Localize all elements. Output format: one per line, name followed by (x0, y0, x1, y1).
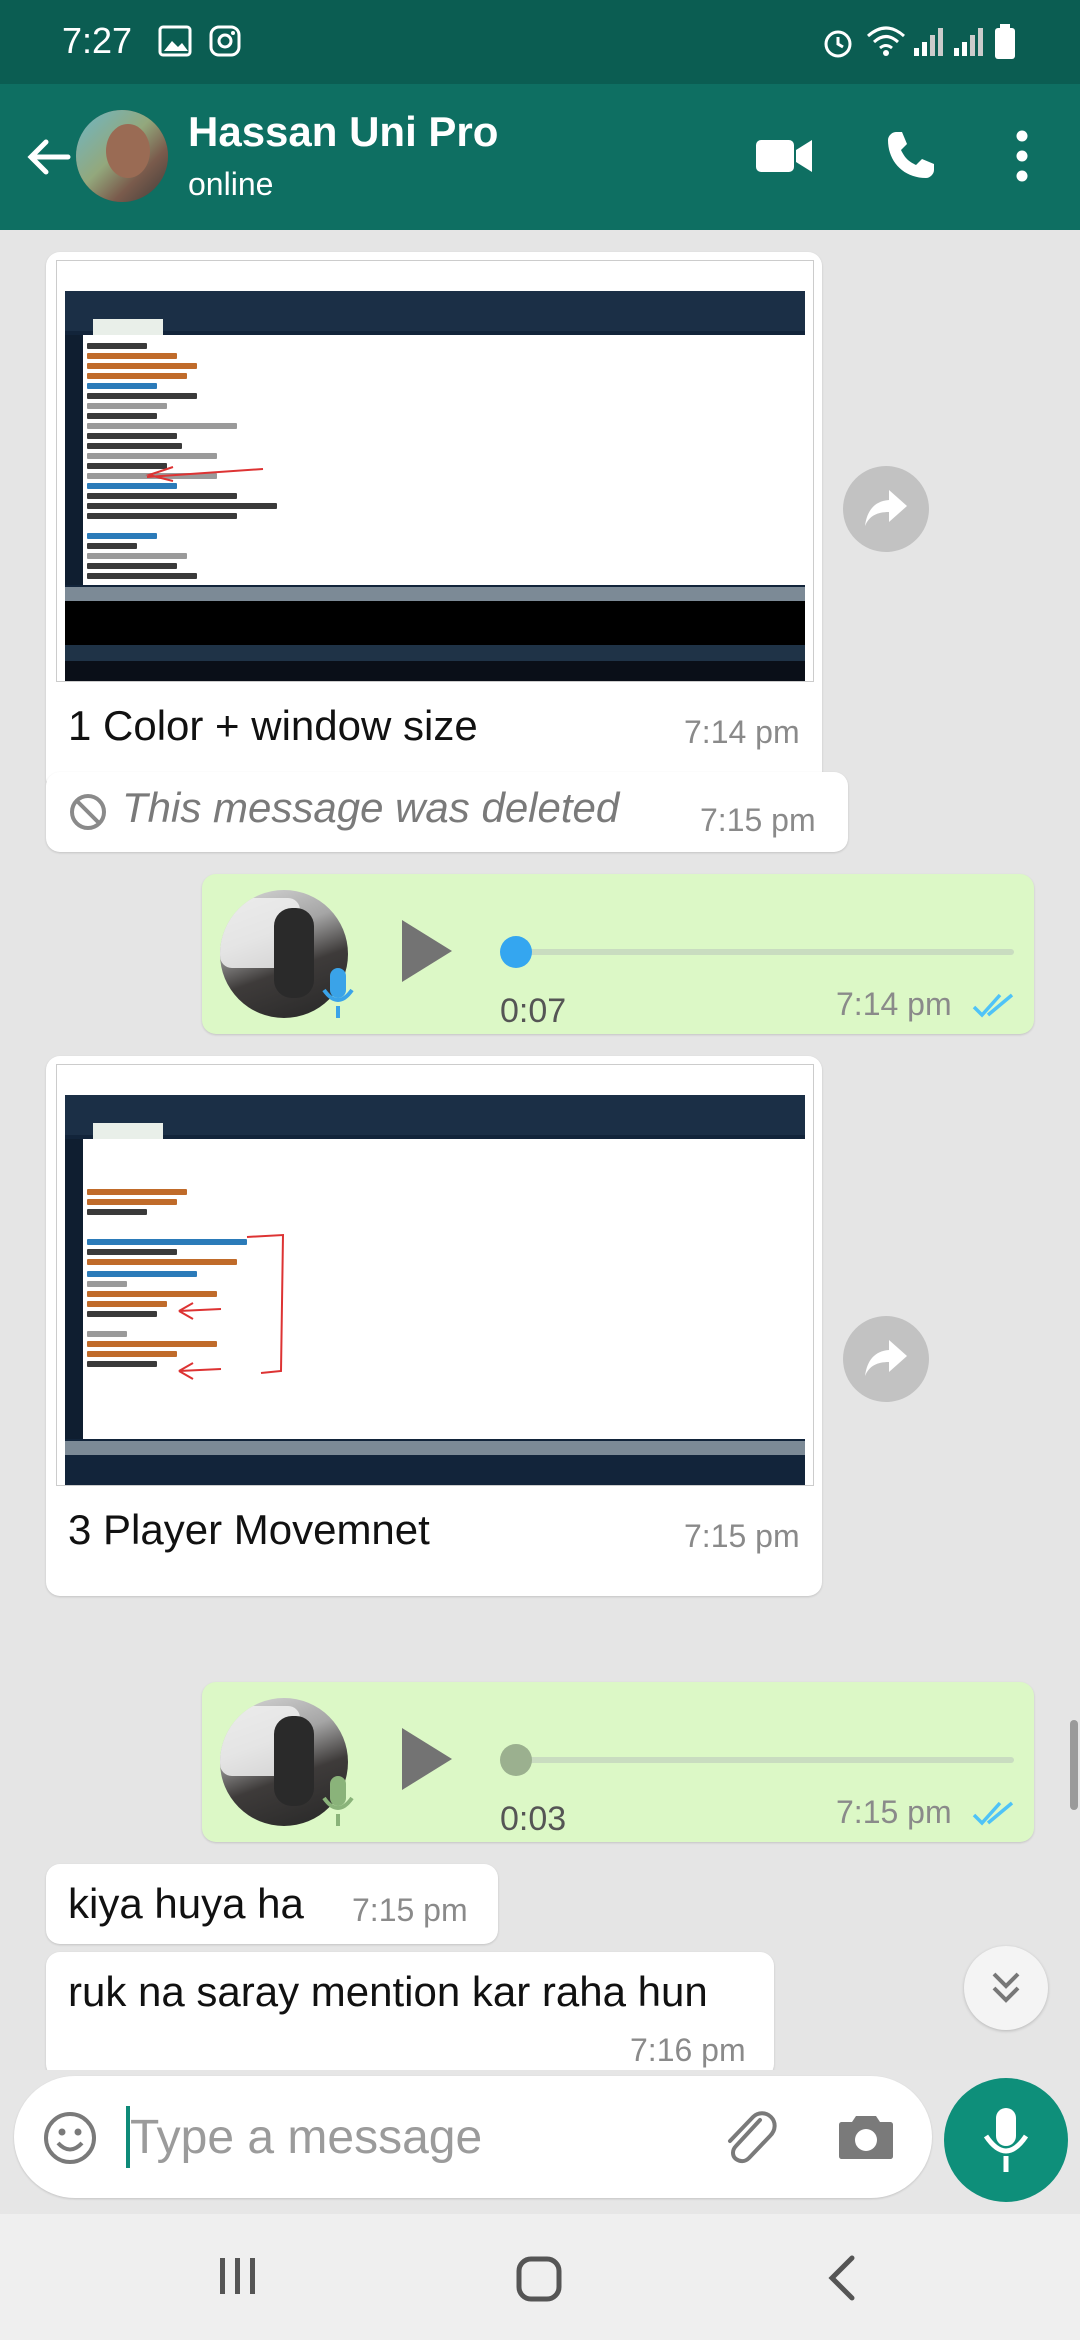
image-caption: 3 Player Movemnet (68, 1506, 430, 1553)
forward-icon (865, 490, 907, 526)
back-arrow-icon[interactable] (22, 130, 76, 184)
screenshot-image[interactable] (56, 260, 814, 682)
camera-icon[interactable] (838, 2112, 894, 2160)
contact-name[interactable]: Hassan Uni Pro (188, 108, 498, 156)
back-nav-icon[interactable] (822, 2254, 862, 2302)
status-bar: 7:27 (0, 0, 1080, 84)
scroll-to-bottom-button[interactable] (964, 1946, 1048, 2030)
mic-icon (322, 1776, 354, 1826)
mic-icon (322, 968, 354, 1018)
message-time: 7:15 pm (700, 802, 816, 838)
text-message[interactable]: ruk na saray mention kar raha hun 7:16 p… (46, 1952, 774, 2070)
more-vert-icon[interactable] (1010, 128, 1034, 184)
voice-message[interactable]: 0:03 7:15 pm (202, 1682, 1034, 1842)
alarm-icon (824, 30, 852, 58)
video-call-icon[interactable] (754, 134, 814, 178)
double-check-icon (972, 1801, 1014, 1826)
message-input[interactable]: Type a message (130, 2110, 482, 2165)
blocked-icon (70, 794, 106, 830)
attach-icon[interactable] (720, 2104, 780, 2168)
progress-knob[interactable] (500, 1744, 532, 1776)
signal-icon (914, 28, 943, 56)
progress-track[interactable] (518, 949, 1014, 955)
message-text: ruk na saray mention kar raha hun (68, 1968, 708, 2015)
image-caption: 1 Color + window size (68, 702, 478, 749)
deleted-text: This message was deleted (122, 784, 620, 831)
deleted-message[interactable]: This message was deleted 7:15 pm (46, 772, 848, 852)
contact-avatar[interactable] (76, 110, 168, 202)
chat-header: Hassan Uni Pro online (0, 84, 1080, 230)
play-icon[interactable] (398, 918, 454, 984)
image-message[interactable]: 3 Player Movemnet 7:15 pm (46, 1056, 822, 1596)
message-time: 7:15 pm (684, 1518, 800, 1554)
message-composer[interactable]: Type a message (14, 2076, 932, 2198)
record-voice-button[interactable] (944, 2078, 1068, 2202)
chevrons-down-icon (992, 1972, 1020, 2003)
wifi-icon (867, 26, 905, 56)
battery-icon (995, 24, 1015, 59)
progress-track[interactable] (518, 1757, 1014, 1763)
recents-icon[interactable] (216, 2254, 260, 2298)
system-nav-bar (0, 2214, 1080, 2340)
status-time: 7:27 (62, 20, 133, 61)
forward-icon (865, 1340, 907, 1376)
text-message[interactable]: kiya huya ha 7:15 pm (46, 1864, 498, 1944)
message-time: 7:15 pm (352, 1892, 468, 1928)
forward-button[interactable] (843, 1316, 929, 1402)
double-check-icon (972, 993, 1014, 1018)
play-icon[interactable] (398, 1726, 454, 1792)
message-text: kiya huya ha (68, 1880, 304, 1927)
forward-button[interactable] (843, 466, 929, 552)
contact-status: online (188, 166, 274, 202)
instagram-icon (209, 25, 241, 57)
image-message[interactable]: 1 Color + window size 7:14 pm (46, 252, 822, 792)
voice-message[interactable]: 0:07 7:14 pm (202, 874, 1034, 1034)
progress-knob[interactable] (500, 936, 532, 968)
message-time: 7:16 pm (630, 2032, 746, 2068)
message-time: 7:15 pm (836, 1794, 952, 1830)
mic-icon (983, 2108, 1029, 2172)
gallery-icon (158, 25, 192, 57)
voice-duration: 0:07 (500, 992, 567, 1030)
scrollbar-thumb[interactable] (1070, 1720, 1078, 1810)
voice-duration: 0:03 (500, 1800, 567, 1838)
screenshot-image[interactable] (56, 1064, 814, 1486)
signal-2-icon (954, 28, 983, 56)
message-time: 7:14 pm (684, 714, 800, 750)
message-time: 7:14 pm (836, 986, 952, 1022)
phone-icon[interactable] (884, 128, 938, 182)
message-list[interactable]: 1 Color + window size 7:14 pm This messa… (0, 230, 1080, 2070)
home-icon[interactable] (514, 2254, 564, 2304)
emoji-icon[interactable] (42, 2110, 98, 2166)
